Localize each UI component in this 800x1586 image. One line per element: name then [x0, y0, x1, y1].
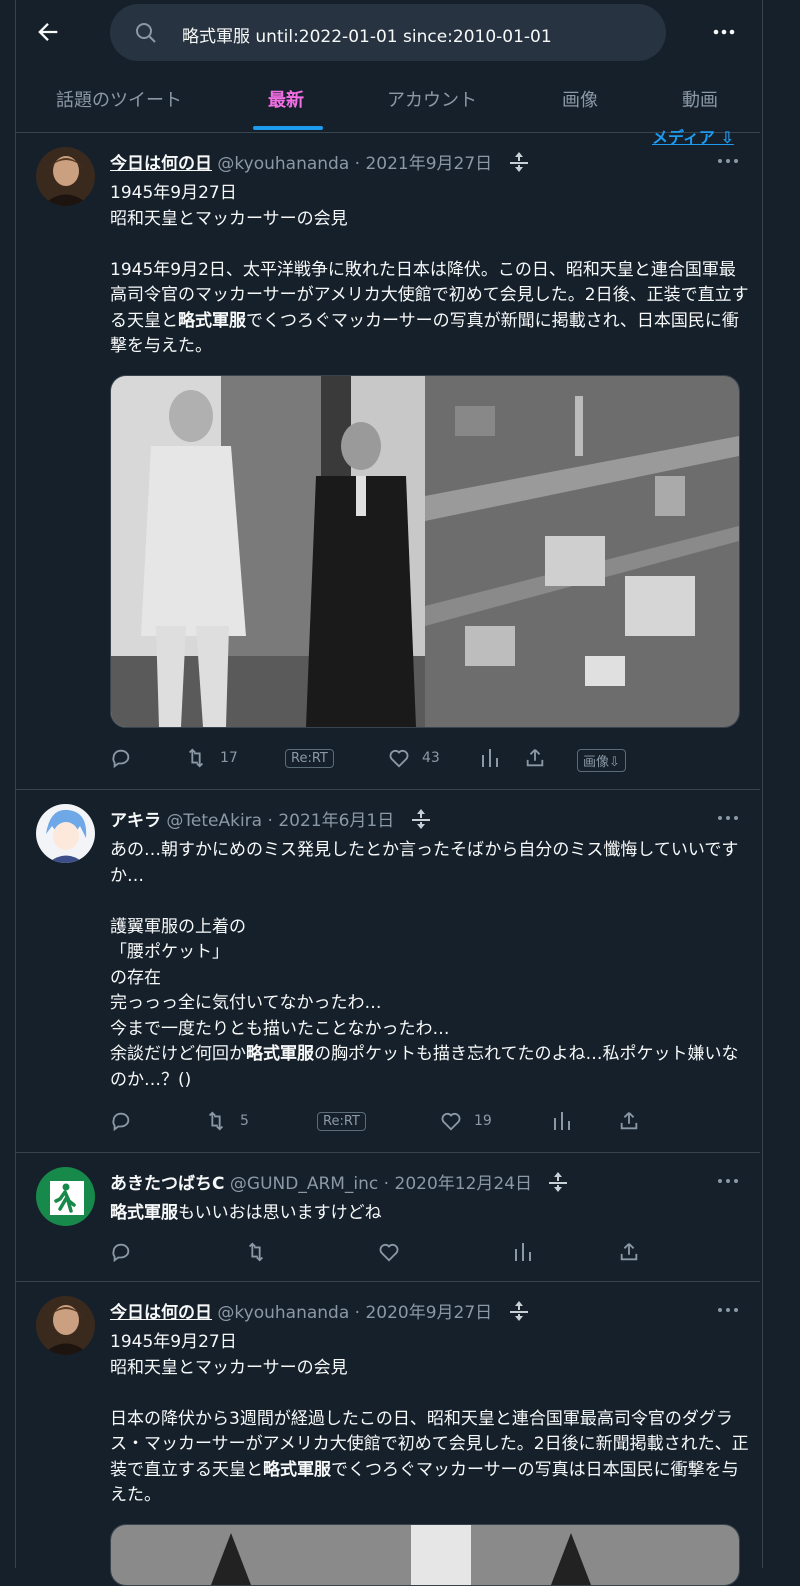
avatar[interactable]	[36, 147, 95, 206]
re-rt-button[interactable]: Re:RT	[317, 1112, 366, 1131]
re-rt-button[interactable]: Re:RT	[285, 749, 334, 768]
like-count: 43	[422, 750, 440, 766]
search-query[interactable]: 略式軍服 until:2022-01-01 since:2010-01-01	[182, 22, 552, 47]
tweet-more-icon[interactable]	[716, 151, 740, 171]
retweet-count: 17	[220, 750, 238, 766]
tweet-date[interactable]: 2020年9月27日	[365, 1303, 492, 1323]
analytics-icon[interactable]	[480, 747, 512, 769]
tab-videos[interactable]: 動画	[682, 86, 718, 112]
user-name[interactable]: アキラ	[110, 811, 161, 831]
tweet-date[interactable]: 2020年12月24日	[395, 1174, 533, 1194]
more-options-icon[interactable]	[706, 18, 742, 46]
tweet-actions: 5 Re:RT 19	[110, 1110, 750, 1136]
back-arrow-icon[interactable]	[34, 18, 62, 46]
search-icon	[134, 21, 158, 45]
tweet-media[interactable]	[110, 1524, 740, 1586]
tweet-date[interactable]: 2021年9月27日	[365, 154, 492, 174]
user-name[interactable]: 今日は何の日	[110, 154, 212, 174]
retweet-button[interactable]: 17	[184, 747, 238, 769]
user-handle[interactable]: @kyouhananda	[217, 154, 349, 174]
avatar[interactable]	[36, 804, 95, 863]
retweet-sort-icon[interactable]	[506, 1299, 532, 1328]
like-button[interactable]	[378, 1241, 412, 1263]
retweet-sort-icon[interactable]	[545, 1170, 571, 1199]
tweet[interactable]: 今日は何の日 @kyouhananda · 2021年9月27日 1945年9月…	[16, 133, 760, 790]
user-name[interactable]: あきたつばちC	[110, 1174, 224, 1194]
tweet-header: あきたつばちC @GUND_ARM_inc · 2020年12月24日	[110, 1169, 744, 1199]
tweet-header: 今日は何の日 @kyouhananda · 2021年9月27日	[110, 149, 744, 179]
tweet-text: 1945年9月27日 昭和天皇とマッカーサーの会見 1945年9月2日、太平洋戦…	[110, 183, 749, 356]
retweet-sort-icon[interactable]	[408, 807, 434, 836]
tweet-text: 1945年9月27日 昭和天皇とマッカーサーの会見 日本の降伏から3週間が経過し…	[110, 1332, 749, 1505]
share-icon[interactable]	[618, 1110, 652, 1132]
tab-top[interactable]: 話題のツイート	[56, 86, 182, 112]
like-button[interactable]: 43	[388, 747, 440, 769]
tweet-text: 略式軍服もいいおは思いますけどね	[110, 1203, 382, 1223]
search-box[interactable]: 略式軍服 until:2022-01-01 since:2010-01-01	[110, 4, 666, 61]
avatar[interactable]	[36, 1296, 95, 1355]
like-count: 19	[474, 1113, 492, 1129]
tweet-header: 今日は何の日 @kyouhananda · 2020年9月27日	[110, 1298, 744, 1328]
user-handle[interactable]: @TeteAkira	[166, 811, 262, 831]
retweet-sort-icon[interactable]	[506, 150, 532, 179]
share-icon[interactable]	[618, 1241, 652, 1263]
top-bar: 略式軍服 until:2022-01-01 since:2010-01-01	[0, 0, 800, 64]
tweet-header: アキラ @TeteAkira · 2021年6月1日	[110, 806, 744, 836]
tweet[interactable]: 今日は何の日 @kyouhananda · 2020年9月27日 1945年9月…	[16, 1282, 760, 1586]
search-tabs: 話題のツイート 最新 アカウント 画像 動画	[16, 72, 760, 133]
retweet-button[interactable]	[244, 1241, 280, 1263]
user-handle[interactable]: @GUND_ARM_inc	[230, 1174, 378, 1194]
share-icon[interactable]	[524, 747, 558, 769]
tweet[interactable]: あきたつばちC @GUND_ARM_inc · 2020年12月24日 略式軍服…	[16, 1153, 760, 1282]
photo-meeting[interactable]	[111, 376, 425, 727]
reply-icon[interactable]	[110, 1241, 144, 1263]
tweet-more-icon[interactable]	[716, 1300, 740, 1320]
tab-images[interactable]: 画像	[562, 86, 598, 112]
active-tab-indicator	[253, 126, 323, 130]
photo-aerial-city[interactable]	[425, 376, 739, 727]
tweet-more-icon[interactable]	[716, 1171, 740, 1191]
tab-accounts[interactable]: アカウント	[387, 86, 477, 112]
retweet-button[interactable]: 5	[204, 1110, 249, 1132]
image-download-button[interactable]: 画像⇩	[577, 749, 626, 772]
user-handle[interactable]: @kyouhananda	[217, 1303, 349, 1323]
reply-icon[interactable]	[110, 747, 144, 769]
reply-icon[interactable]	[110, 1110, 144, 1132]
photo-preview[interactable]	[111, 1525, 739, 1585]
tweet-text: あの…朝すかにめのミス発見したとか言ったそばから自分のミス懺悔していいですか… …	[110, 840, 739, 1090]
retweet-count: 5	[240, 1113, 249, 1129]
tweet-more-icon[interactable]	[716, 808, 740, 828]
tab-latest[interactable]: 最新	[268, 86, 304, 112]
tweet-media[interactable]	[110, 375, 740, 728]
analytics-icon[interactable]	[513, 1241, 545, 1263]
tweet-date[interactable]: 2021年6月1日	[278, 811, 394, 831]
tweet-actions	[110, 1241, 750, 1267]
tweet-actions: 17 Re:RT 43 画像⇩	[110, 747, 750, 773]
tweet[interactable]: アキラ @TeteAkira · 2021年6月1日 あの…朝すかにめのミス発見…	[16, 790, 760, 1153]
user-name[interactable]: 今日は何の日	[110, 1303, 212, 1323]
avatar[interactable]	[36, 1167, 95, 1226]
like-button[interactable]: 19	[440, 1110, 492, 1132]
analytics-icon[interactable]	[552, 1110, 584, 1132]
